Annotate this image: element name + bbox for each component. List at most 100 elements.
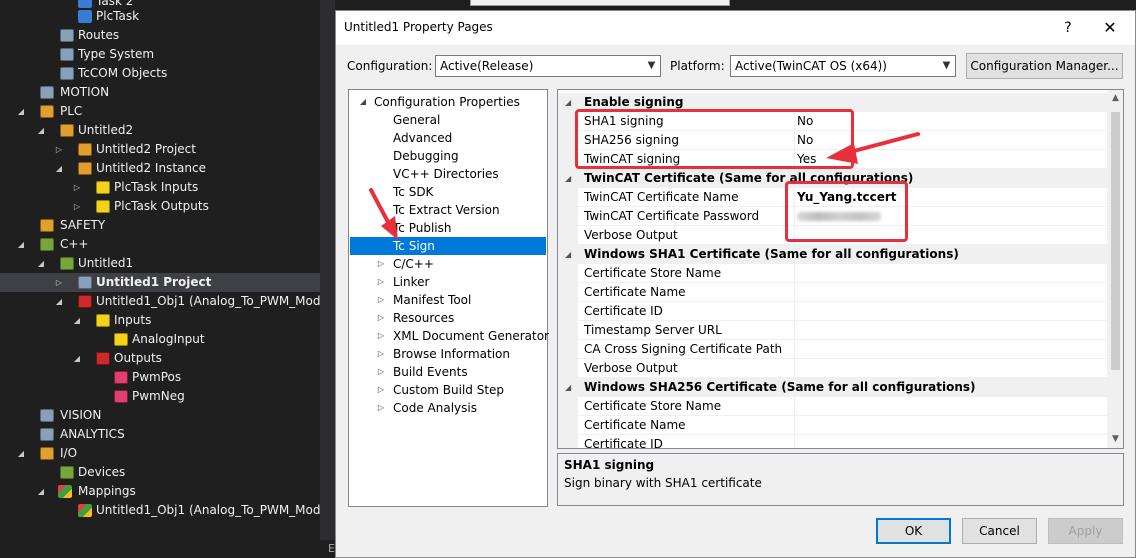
property-timestamp-server-url[interactable]: Timestamp Server URL — [558, 321, 1107, 340]
category-tc-extract-version[interactable]: Tc Extract Version — [349, 201, 547, 219]
property-sha1-certificate-name[interactable]: Certificate Name — [558, 283, 1107, 302]
tree-item-untitled1-obj1[interactable]: ◢ Untitled1_Obj1 (Analog_To_PWM_Module — [0, 292, 335, 311]
expander-collapsed-icon[interactable]: ▷ — [376, 309, 386, 327]
property-sha1-certificate-id[interactable]: Certificate ID — [558, 302, 1107, 321]
property-grid-scrollbar[interactable]: ▲ ▼ — [1107, 90, 1123, 448]
tree-item-untitled1-project[interactable]: ▷ Untitled1 Project — [0, 273, 320, 292]
property-sha256-certificate-store-name[interactable]: Certificate Store Name — [558, 397, 1107, 416]
expander-expanded-icon[interactable]: ◢ — [36, 482, 46, 501]
expander-expanded-icon[interactable]: ◢ — [565, 245, 571, 264]
tree-item-untitled1[interactable]: ◢ Untitled1 — [0, 254, 320, 273]
expander-expanded-icon[interactable]: ◢ — [16, 444, 26, 463]
expander-expanded-icon[interactable]: ◢ — [16, 235, 26, 254]
expander-collapsed-icon[interactable]: ▷ — [376, 381, 386, 399]
scroll-up-icon[interactable]: ▲ — [1107, 90, 1123, 107]
category-tc-publish[interactable]: Tc Publish — [349, 219, 547, 237]
tree-item-outputs[interactable]: ◢ Outputs — [0, 349, 320, 368]
tree-item-pwmneg[interactable]: PwmNeg — [0, 387, 320, 406]
help-button[interactable]: ? — [1056, 17, 1080, 39]
scroll-down-icon[interactable]: ▼ — [1107, 431, 1123, 448]
expander-expanded-icon[interactable]: ◢ — [358, 93, 368, 111]
tree-item-untitled2-instance[interactable]: ◢ Untitled2 Instance — [0, 159, 320, 178]
property-sha1-certificate-store-name[interactable]: Certificate Store Name — [558, 264, 1107, 283]
close-icon[interactable]: ✕ — [1098, 17, 1122, 39]
configuration-select[interactable]: Active(Release) ▼ — [435, 55, 661, 77]
expander-expanded-icon[interactable]: ◢ — [72, 311, 82, 330]
category-advanced[interactable]: Advanced — [349, 129, 547, 147]
category-c-cpp[interactable]: ▷ C/C++ — [349, 255, 547, 273]
tree-item-plc[interactable]: ◢ PLC — [0, 102, 320, 121]
configuration-manager-button[interactable]: Configuration Manager... — [966, 53, 1123, 79]
tree-item-plctask[interactable]: PlcTask — [0, 7, 320, 26]
tree-item-analoginput[interactable]: AnalogInput — [0, 330, 320, 349]
type-system-icon — [60, 48, 74, 61]
expander-collapsed-icon[interactable]: ▷ — [72, 197, 82, 216]
tree-item-untitled2[interactable]: ◢ Untitled2 — [0, 121, 320, 140]
expander-expanded-icon[interactable]: ◢ — [54, 292, 64, 311]
expander-collapsed-icon[interactable]: ▷ — [54, 273, 64, 292]
expander-expanded-icon[interactable]: ◢ — [36, 121, 46, 140]
tree-item-untitled2-project[interactable]: ▷ Untitled2 Project — [0, 140, 320, 159]
category-resources[interactable]: ▷ Resources — [349, 309, 547, 327]
expander-expanded-icon[interactable]: ◢ — [72, 349, 82, 368]
category-browse-information[interactable]: ▷ Browse Information — [349, 345, 547, 363]
tree-item-safety[interactable]: SAFETY — [0, 216, 320, 235]
tree-item-mapping-entry[interactable]: Untitled1_Obj1 (Analog_To_PWM_Module — [0, 501, 335, 520]
category-xml-document-generator[interactable]: ▷ XML Document Generator — [349, 327, 549, 345]
category-vc-directories[interactable]: VC++ Directories — [349, 165, 547, 183]
property-ca-cross-signing-path[interactable]: CA Cross Signing Certificate Path — [558, 340, 1107, 359]
tree-item-vision[interactable]: VISION — [0, 406, 320, 425]
category-general[interactable]: General — [349, 111, 547, 129]
tree-item-cpp[interactable]: ◢ C++ — [0, 235, 320, 254]
tree-item-pwmpos[interactable]: PwmPos — [0, 368, 320, 387]
category-tc-sdk[interactable]: Tc SDK — [349, 183, 547, 201]
expander-collapsed-icon[interactable]: ▷ — [376, 363, 386, 381]
scroll-thumb[interactable] — [1111, 112, 1120, 370]
tree-item-io[interactable]: ◢ I/O — [0, 444, 320, 463]
dialog-title-bar[interactable]: Untitled1 Property Pages ? ✕ — [336, 11, 1135, 45]
expander-expanded-icon[interactable]: ◢ — [54, 159, 64, 178]
explorer-scrollbar[interactable] — [320, 0, 335, 540]
property-sha256-certificate-id[interactable]: Certificate ID — [558, 435, 1107, 448]
grid-category-windows-sha256[interactable]: ◢ Windows SHA256 Certificate (Same for al… — [558, 378, 1107, 397]
expander-expanded-icon[interactable]: ◢ — [565, 93, 571, 112]
ok-button[interactable]: OK — [876, 518, 951, 544]
grid-category-windows-sha1[interactable]: ◢ Windows SHA1 Certificate (Same for all … — [558, 245, 1107, 264]
expander-collapsed-icon[interactable]: ▷ — [376, 273, 386, 291]
expander-collapsed-icon[interactable]: ▷ — [376, 345, 386, 363]
category-manifest-tool[interactable]: ▷ Manifest Tool — [349, 291, 547, 309]
category-tree: ◢ Configuration Properties General Advanc… — [348, 89, 549, 507]
expander-expanded-icon[interactable]: ◢ — [565, 378, 571, 397]
platform-select[interactable]: Active(TwinCAT OS (x64)) ▼ — [730, 55, 956, 77]
expander-collapsed-icon[interactable]: ▷ — [72, 178, 82, 197]
apply-button[interactable]: Apply — [1048, 518, 1123, 544]
category-build-events[interactable]: ▷ Build Events — [349, 363, 547, 381]
category-code-analysis[interactable]: ▷ Code Analysis — [349, 399, 547, 417]
tree-item-devices[interactable]: Devices — [0, 463, 320, 482]
tree-item-routes[interactable]: Routes — [0, 26, 320, 45]
tree-item-inputs[interactable]: ◢ Inputs — [0, 311, 320, 330]
tree-item-type-system[interactable]: Type System — [0, 45, 320, 64]
category-linker[interactable]: ▷ Linker — [349, 273, 547, 291]
category-configuration-properties[interactable]: ◢ Configuration Properties — [349, 93, 547, 111]
expander-expanded-icon[interactable]: ◢ — [565, 169, 571, 188]
expander-collapsed-icon[interactable]: ▷ — [376, 255, 386, 273]
cancel-button[interactable]: Cancel — [962, 518, 1037, 544]
category-debugging[interactable]: Debugging — [349, 147, 547, 165]
category-tc-sign[interactable]: Tc Sign — [350, 237, 546, 255]
expander-collapsed-icon[interactable]: ▷ — [376, 291, 386, 309]
tree-item-mappings[interactable]: ◢ Mappings — [0, 482, 320, 501]
tree-item-plctask-inputs[interactable]: ▷ PlcTask Inputs — [0, 178, 320, 197]
tree-item-tccom-objects[interactable]: TcCOM Objects — [0, 64, 320, 83]
tree-item-motion[interactable]: MOTION — [0, 83, 320, 102]
property-sha256-certificate-name[interactable]: Certificate Name — [558, 416, 1107, 435]
expander-expanded-icon[interactable]: ◢ — [16, 102, 26, 121]
tree-item-analytics[interactable]: ANALYTICS — [0, 425, 320, 444]
property-sha1-verbose-output[interactable]: Verbose Output — [558, 359, 1107, 378]
expander-collapsed-icon[interactable]: ▷ — [376, 327, 386, 345]
expander-expanded-icon[interactable]: ◢ — [36, 254, 46, 273]
expander-collapsed-icon[interactable]: ▷ — [54, 140, 64, 159]
tree-item-plctask-outputs[interactable]: ▷ PlcTask Outputs — [0, 197, 320, 216]
expander-collapsed-icon[interactable]: ▷ — [376, 399, 386, 417]
category-custom-build-step[interactable]: ▷ Custom Build Step — [349, 381, 547, 399]
